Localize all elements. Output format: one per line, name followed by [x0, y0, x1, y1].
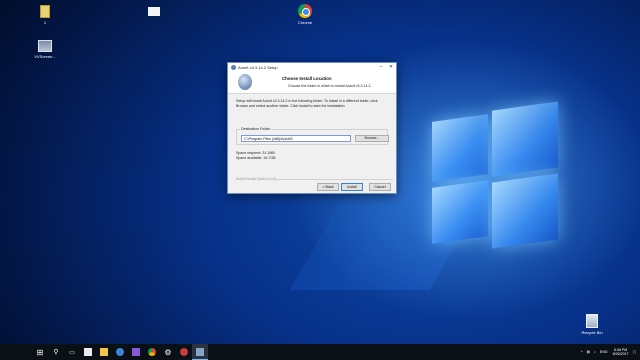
language-indicator[interactable]: ENG: [600, 350, 608, 354]
autoit-logo-icon: [238, 74, 252, 90]
setup-dialog: AutoIt v3.3.14.2 Setup – ✕ Choose Instal…: [227, 62, 397, 194]
recycle-bin-icon: [586, 314, 598, 328]
windows-logo-wallpaper: [410, 88, 586, 264]
desktop-icon-label: VVScreen...: [34, 54, 56, 59]
desktop-icon-screen-recorder[interactable]: VVScreen...: [23, 40, 67, 59]
install-button[interactable]: Install: [341, 183, 363, 191]
chrome-icon: [298, 4, 312, 18]
chrome-icon: [148, 348, 156, 356]
clock-date: 8/26/2017: [612, 352, 629, 356]
destination-label: Destination Folder: [240, 127, 272, 132]
task-view-icon: ▭: [69, 349, 75, 356]
dialog-title: AutoIt v3.3.14.2 Setup: [238, 65, 278, 70]
windows-icon: ⊞: [36, 347, 44, 357]
screen-recorder-icon: [38, 40, 52, 52]
volume-icon[interactable]: ♪: [594, 350, 596, 354]
autoit-icon: [231, 65, 236, 70]
header-title: Choose Install Location: [282, 76, 332, 81]
taskbar-app-explorer[interactable]: [96, 344, 112, 360]
recorder-icon: [180, 348, 188, 356]
cancel-button[interactable]: Cancel: [369, 183, 391, 191]
desktop-icon-label: 1: [43, 20, 47, 25]
notifications-icon[interactable]: ▢: [633, 350, 636, 354]
desktop-icon-label: Recycle Bin: [581, 330, 603, 335]
taskbar-app-visual-studio[interactable]: [128, 344, 144, 360]
search-button[interactable]: ⚲: [48, 344, 64, 360]
clock[interactable]: 8:38 PM 8/26/2017: [613, 348, 629, 357]
task-view-button[interactable]: ▭: [64, 344, 80, 360]
intro-text: Setup will install AutoIt v3.3.14.2 in t…: [236, 99, 378, 108]
taskbar-app-chrome[interactable]: [144, 344, 160, 360]
start-button[interactable]: ⊞: [32, 344, 48, 360]
store-icon: [84, 348, 92, 356]
search-icon: ⚲: [53, 349, 59, 356]
folder-icon: [100, 348, 108, 356]
window-icon: [148, 7, 160, 16]
browse-button[interactable]: Browse...: [355, 135, 389, 142]
header-subtitle: Choose the folder in which to install Au…: [288, 84, 372, 88]
taskbar-app-recorder[interactable]: [176, 344, 192, 360]
divider: [268, 179, 393, 180]
space-available: Space available: 16.7GB: [236, 156, 276, 160]
back-button[interactable]: < Back: [317, 183, 339, 191]
dialog-titlebar[interactable]: AutoIt v3.3.14.2 Setup – ✕: [228, 63, 396, 72]
taskbar-app-edge[interactable]: [112, 344, 128, 360]
dialog-header: Choose Install Location Choose the folde…: [228, 72, 396, 94]
network-icon[interactable]: ▤: [587, 350, 590, 354]
taskbar: ⊞ ⚲ ▭ ⚙ ^ ▤ ♪ ENG 8:38 PM 8/26/2017 ▢: [0, 344, 640, 360]
system-tray: ^ ▤ ♪ ENG 8:38 PM 8/26/2017 ▢: [577, 344, 636, 360]
desktop: 1 Chrome VVScreen... Recycle Bin AutoIt …: [0, 0, 640, 344]
desktop-icon-recycle-bin[interactable]: Recycle Bin: [570, 314, 614, 335]
installer-icon: [196, 347, 204, 356]
space-info: Space required: 31.1MB Space available: …: [236, 151, 388, 161]
taskbar-app-settings[interactable]: ⚙: [160, 344, 176, 360]
desktop-icon-label: Chrome: [297, 20, 313, 25]
destination-folder-input[interactable]: [241, 135, 351, 142]
minimize-icon[interactable]: –: [376, 63, 386, 72]
desktop-icon-chrome[interactable]: Chrome: [283, 4, 327, 25]
desktop-icon-file[interactable]: 1: [23, 5, 67, 25]
taskbar-app-setup[interactable]: [192, 344, 208, 360]
dialog-body: Setup will install AutoIt v3.3.14.2 in t…: [228, 94, 396, 161]
chevron-up-icon[interactable]: ^: [581, 350, 583, 354]
taskbar-app-store[interactable]: [80, 344, 96, 360]
desktop-icon-blank[interactable]: [132, 7, 176, 18]
destination-group: Destination Folder Browse...: [236, 127, 389, 145]
gear-icon: ⚙: [164, 347, 172, 357]
edge-icon: [116, 348, 124, 356]
close-icon[interactable]: ✕: [386, 63, 396, 72]
file-icon: [40, 5, 50, 18]
visual-studio-icon: [132, 348, 140, 356]
